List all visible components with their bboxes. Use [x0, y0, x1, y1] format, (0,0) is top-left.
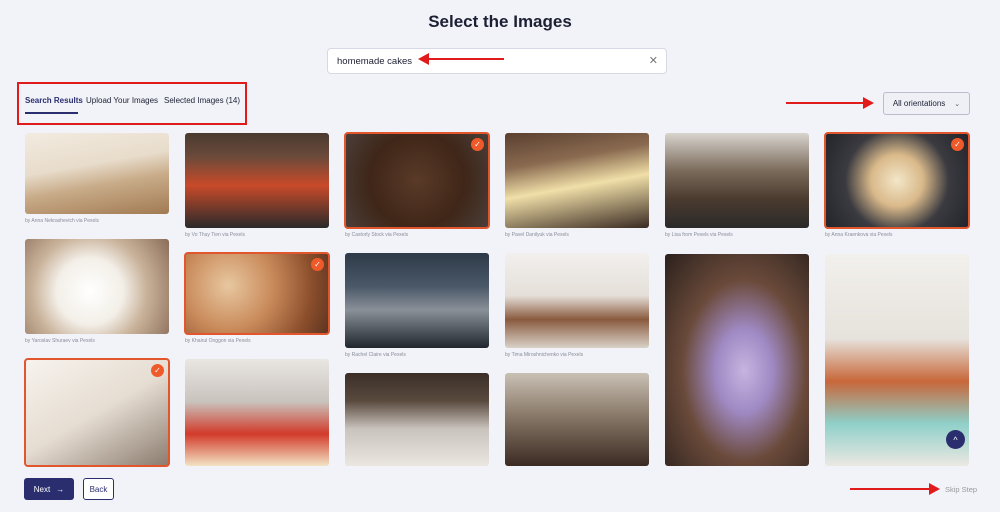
tab-upload-your-images[interactable]: Upload Your Images — [86, 96, 158, 105]
photo-card[interactable] — [505, 133, 649, 228]
search-bar[interactable]: ✕ — [327, 48, 667, 74]
photo-credit: by Vo Thuy Tien via Pexels — [185, 232, 245, 238]
orientation-select[interactable]: All orientations ⌄ — [883, 92, 970, 115]
photo-card[interactable] — [665, 254, 809, 466]
photo-credit: by Tima Miroshnichenko via Pexels — [505, 352, 584, 358]
scroll-to-top-button[interactable]: ^ — [946, 430, 965, 449]
check-icon: ✓ — [471, 138, 484, 151]
photo-card[interactable] — [505, 253, 649, 348]
chevron-down-icon: ⌄ — [954, 100, 961, 108]
photo-credit: by Yaroslav Shuraev via Pexels — [25, 338, 95, 344]
photo-card[interactable] — [25, 239, 169, 334]
check-icon: ✓ — [311, 258, 324, 271]
photo-credit: by Lisa from Pexels via Pexels — [665, 232, 733, 238]
photo-card[interactable] — [665, 133, 809, 228]
photo-card[interactable] — [25, 133, 169, 214]
photo-credit: by Khairul Onggon via Pexels — [185, 338, 251, 344]
skip-step-link[interactable]: Skip Step — [945, 485, 977, 494]
photo-credit: by Anna Nekrashevich via Pexels — [25, 218, 99, 224]
check-icon: ✓ — [951, 138, 964, 151]
annotation-arrow-orientation — [786, 97, 874, 109]
close-icon[interactable]: ✕ — [649, 55, 658, 67]
back-button[interactable]: Back — [83, 478, 114, 500]
photo-card[interactable]: ✓ — [824, 132, 970, 229]
orientation-select-label: All orientations — [892, 99, 946, 108]
photo-credit: by Castorly Stock via Pexels — [345, 232, 409, 238]
page-title: Select the Images — [428, 12, 572, 31]
chevron-up-icon: ^ — [953, 434, 958, 445]
photo-card[interactable] — [345, 253, 489, 348]
photo-card[interactable] — [505, 373, 649, 466]
check-icon: ✓ — [151, 364, 164, 377]
photo-card[interactable] — [185, 359, 329, 466]
tab-selected-images[interactable]: Selected Images (14) — [164, 96, 240, 105]
tab-search-results[interactable]: Search Results — [25, 96, 83, 105]
photo-card[interactable] — [185, 133, 329, 228]
active-tab-indicator — [25, 112, 78, 114]
arrow-right-icon: → — [56, 484, 65, 494]
photo-card[interactable]: ✓ — [184, 252, 330, 335]
annotation-arrow-skip — [850, 483, 940, 495]
photo-credit: by Anna Kraenkova via Pexels — [825, 232, 893, 238]
annotation-arrow-search — [418, 53, 504, 65]
next-button[interactable]: Next → — [24, 478, 74, 500]
photo-card[interactable]: ✓ — [344, 132, 490, 229]
photo-credit: by Pavel Danilyuk via Pexels — [505, 232, 569, 238]
photo-card[interactable] — [345, 373, 489, 466]
photo-card[interactable]: ✓ — [24, 358, 170, 467]
photo-credit: by Rachel Claire via Pexels — [345, 352, 406, 358]
next-button-label: Next — [33, 484, 51, 494]
